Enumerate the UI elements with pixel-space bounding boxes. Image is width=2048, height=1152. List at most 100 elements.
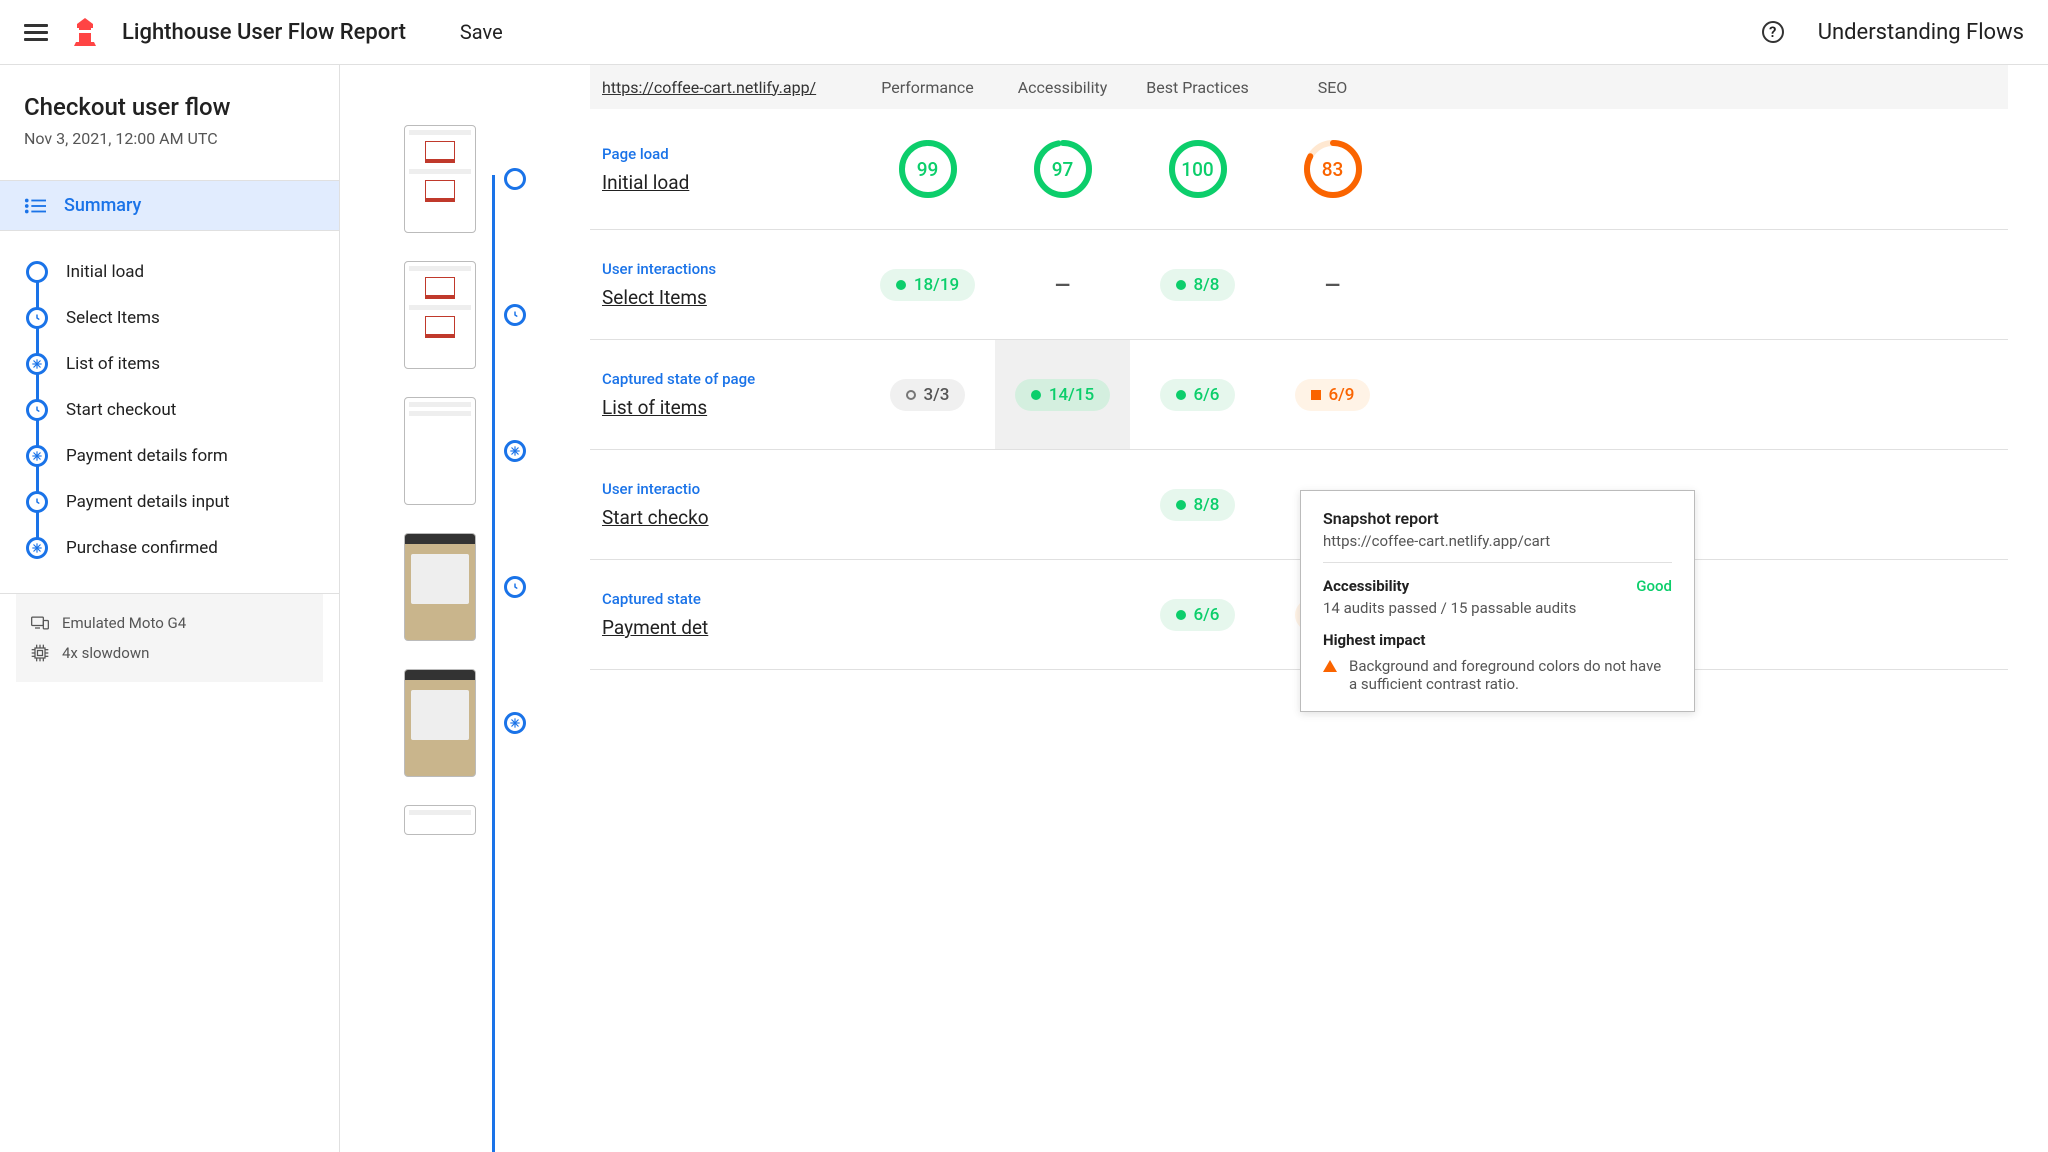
score-pill[interactable]: 14/15 xyxy=(1015,379,1110,411)
clock-icon xyxy=(26,491,48,513)
pill-value: 6/9 xyxy=(1329,385,1355,405)
topbar: Lighthouse User Flow Report Save ? Under… xyxy=(0,0,2048,65)
sidebar-step[interactable]: Start checkout xyxy=(26,387,339,433)
row-title[interactable]: Select Items xyxy=(602,286,860,309)
status-dot-icon xyxy=(1176,280,1186,290)
score-pill[interactable]: 6/6 xyxy=(1160,379,1236,411)
row-type: Captured state of page xyxy=(602,370,860,388)
step-label: List of items xyxy=(66,354,160,374)
clock-icon xyxy=(504,304,526,326)
circle-icon xyxy=(504,168,526,190)
cpu-label: 4x slowdown xyxy=(62,644,149,662)
tooltip-impact-text: Background and foreground colors do not … xyxy=(1349,657,1672,693)
highlighted-cell: 14/15 xyxy=(995,340,1130,449)
step-label: Initial load xyxy=(66,262,144,282)
sidebar-step[interactable]: Select Items xyxy=(26,295,339,341)
gauge[interactable]: 97 xyxy=(1033,139,1093,199)
sidebar-summary[interactable]: Summary xyxy=(0,180,339,231)
row-type: User interactio xyxy=(602,480,860,498)
col-performance: Performance xyxy=(860,78,995,97)
results: https://coffee-cart.netlify.app/ Perform… xyxy=(590,65,2048,1152)
row-type: Captured state xyxy=(602,590,860,608)
step-label: Start checkout xyxy=(66,400,176,420)
gauge-value: 99 xyxy=(898,139,958,199)
col-best-practices: Best Practices xyxy=(1130,78,1265,97)
score-pill[interactable]: 6/6 xyxy=(1160,599,1236,631)
sidebar-step[interactable]: Initial load xyxy=(26,249,339,295)
thumbnail[interactable] xyxy=(404,669,476,777)
score-pill[interactable]: 3/3 xyxy=(890,379,966,411)
status-dot-icon xyxy=(906,390,916,400)
clock-icon xyxy=(26,307,48,329)
help-icon[interactable]: ? xyxy=(1762,21,1784,43)
thumbnail[interactable] xyxy=(404,261,476,369)
lighthouse-logo-icon xyxy=(72,17,98,47)
content: https://coffee-cart.netlify.app/ Perform… xyxy=(340,65,2048,1152)
gauge[interactable]: 83 xyxy=(1303,139,1363,199)
gauge[interactable]: 100 xyxy=(1168,139,1228,199)
score-pill[interactable]: 8/8 xyxy=(1160,489,1236,521)
score-pill[interactable]: 18/19 xyxy=(880,269,975,301)
score-pill[interactable]: 6/9 xyxy=(1295,379,1371,411)
results-url[interactable]: https://coffee-cart.netlify.app/ xyxy=(590,78,860,97)
main: Checkout user flow Nov 3, 2021, 12:00 AM… xyxy=(0,65,2048,1152)
device-label: Emulated Moto G4 xyxy=(62,614,186,632)
pill-value: 3/3 xyxy=(924,385,950,405)
timeline-row xyxy=(404,533,526,641)
pill-value: 18/19 xyxy=(914,275,959,295)
status-dot-icon xyxy=(896,280,906,290)
tooltip-rating: Good xyxy=(1636,577,1672,595)
row-title[interactable]: Initial load xyxy=(602,171,860,194)
aperture-icon xyxy=(26,445,48,467)
device-icon xyxy=(30,613,50,633)
row-title[interactable]: List of items xyxy=(602,396,860,419)
sidebar-step[interactable]: Payment details form xyxy=(26,433,339,479)
flow-date: Nov 3, 2021, 12:00 AM UTC xyxy=(24,129,315,148)
app-title: Lighthouse User Flow Report xyxy=(122,20,406,45)
understanding-flows-link[interactable]: Understanding Flows xyxy=(1818,20,2024,45)
thumbnail[interactable] xyxy=(404,533,476,641)
pill-value: 14/15 xyxy=(1049,385,1094,405)
sidebar-step[interactable]: List of items xyxy=(26,341,339,387)
thumbnail[interactable] xyxy=(404,805,476,835)
thumbnail[interactable] xyxy=(404,397,476,505)
gauge-value: 100 xyxy=(1168,139,1228,199)
warning-triangle-icon xyxy=(1323,660,1337,672)
tooltip-detail: 14 audits passed / 15 passable audits xyxy=(1323,599,1672,617)
menu-icon[interactable] xyxy=(24,20,48,44)
timeline-row xyxy=(404,125,526,233)
summary-label: Summary xyxy=(64,195,141,216)
status-dot-icon xyxy=(1176,610,1186,620)
tooltip: Snapshot report https://coffee-cart.netl… xyxy=(1300,490,1695,712)
tooltip-heading: Snapshot report xyxy=(1323,509,1672,528)
pill-value: 8/8 xyxy=(1194,275,1220,295)
results-row: Page loadInitial load 99 97 100 83 xyxy=(590,109,2008,230)
dash: — xyxy=(1055,273,1070,297)
gauge-value: 97 xyxy=(1033,139,1093,199)
tooltip-metric: Accessibility xyxy=(1323,577,1409,595)
sidebar-step[interactable]: Payment details input xyxy=(26,479,339,525)
sidebar: Checkout user flow Nov 3, 2021, 12:00 AM… xyxy=(0,65,340,1152)
results-row: User interactionsSelect Items18/19—8/8— xyxy=(590,230,2008,340)
gauge-value: 83 xyxy=(1303,139,1363,199)
step-label: Purchase confirmed xyxy=(66,538,218,558)
results-row: Captured state of page List of items 3/3 14… xyxy=(590,340,2008,450)
row-title[interactable]: Payment det xyxy=(602,616,860,639)
status-dot-icon xyxy=(1031,390,1041,400)
score-pill[interactable]: 8/8 xyxy=(1160,269,1236,301)
sidebar-steps: Initial load Select Items List of items Sta… xyxy=(0,231,339,593)
aperture-icon xyxy=(504,712,526,734)
pill-value: 8/8 xyxy=(1194,495,1220,515)
timeline-row xyxy=(404,261,526,369)
dash: — xyxy=(1325,273,1340,297)
timeline xyxy=(340,65,590,1152)
clock-icon xyxy=(26,399,48,421)
cpu-icon xyxy=(30,643,50,663)
thumbnail[interactable] xyxy=(404,125,476,233)
clock-icon xyxy=(504,576,526,598)
gauge[interactable]: 99 xyxy=(898,139,958,199)
row-title[interactable]: Start checko xyxy=(602,506,860,529)
sidebar-step[interactable]: Purchase confirmed xyxy=(26,525,339,571)
save-button[interactable]: Save xyxy=(460,20,503,44)
aperture-icon xyxy=(504,440,526,462)
